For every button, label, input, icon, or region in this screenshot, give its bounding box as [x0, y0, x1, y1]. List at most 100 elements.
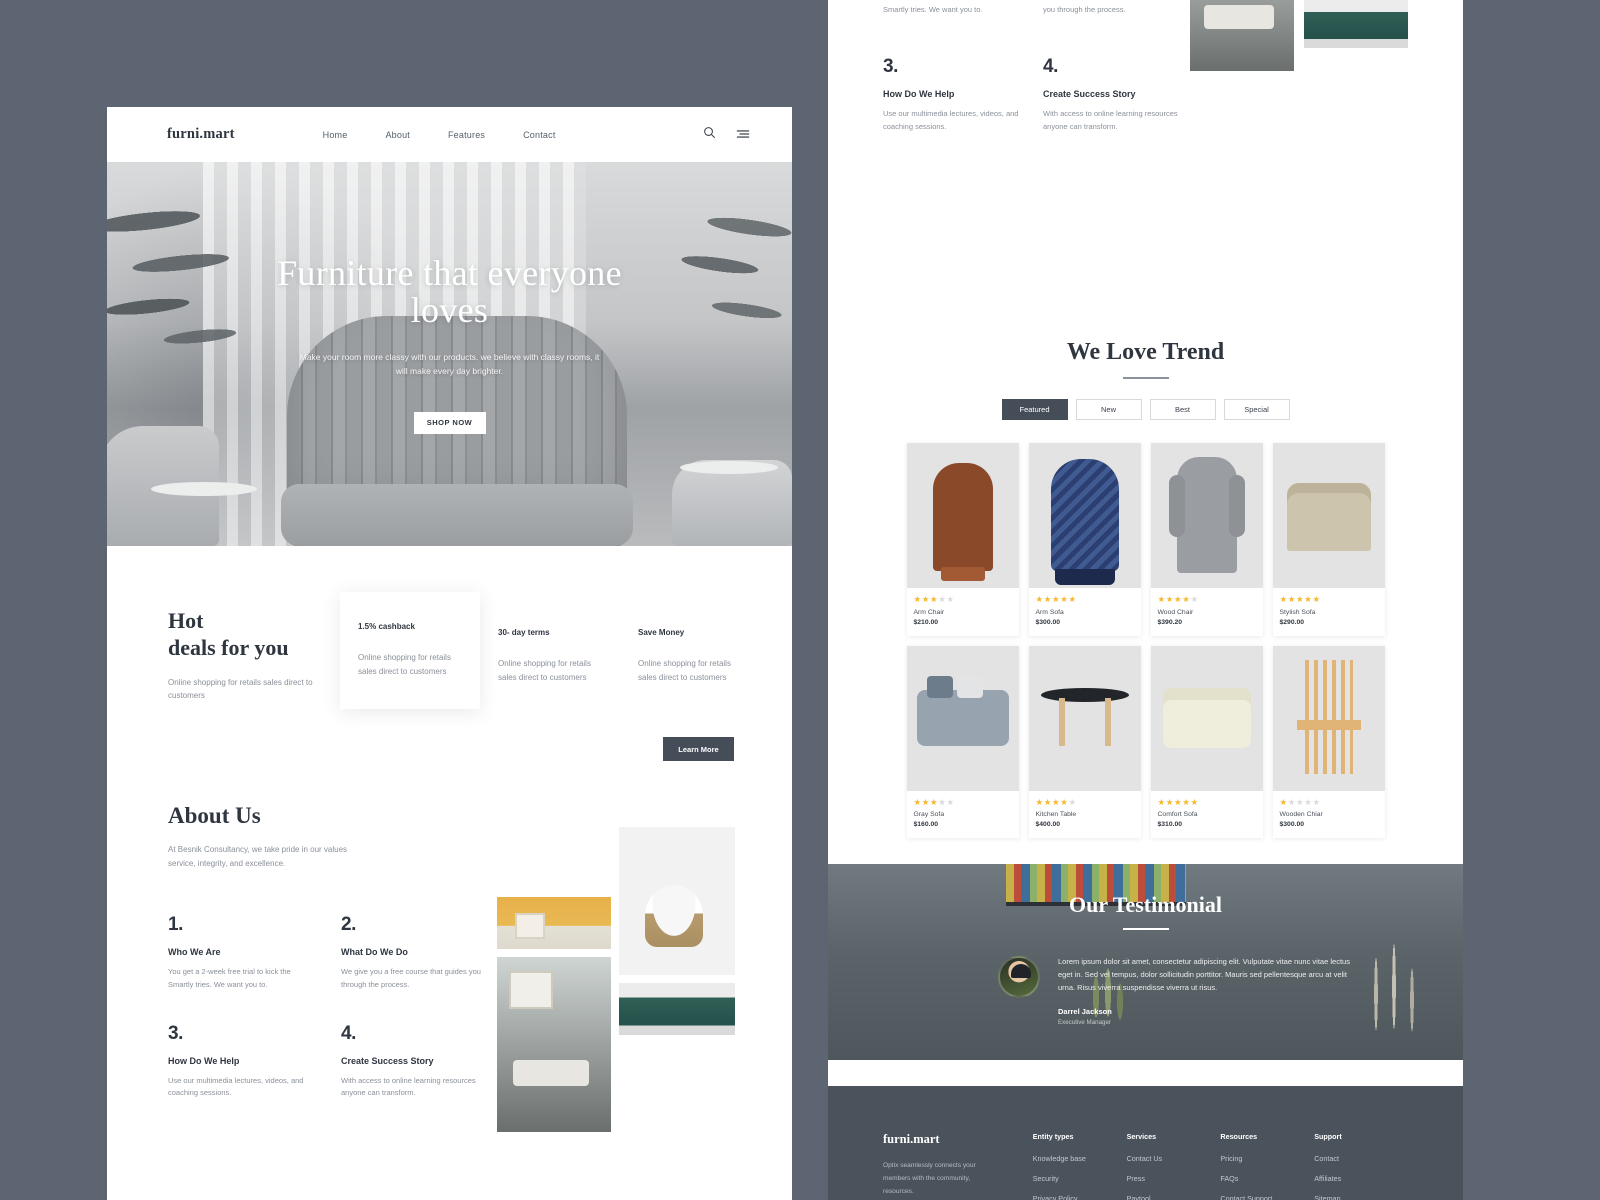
product-card[interactable]: ★★★★★ Stylish Sofa $290.00 [1272, 443, 1385, 636]
star-icon: ★ [1295, 796, 1305, 807]
product-name: Arm Chair [913, 608, 945, 616]
hot-deals-intro: Hot deals for you Online shopping for re… [168, 608, 336, 709]
testimonial-author-role: Executive Manager [1058, 1018, 1111, 1026]
product-rating: ★★★★★ [1280, 595, 1378, 604]
about-step-title: Who We Are [168, 947, 221, 958]
star-icon: ★ [913, 796, 922, 807]
hamburger-icon[interactable] [736, 126, 750, 144]
footer-link[interactable]: Contact Support [1220, 1194, 1314, 1200]
chair-wood-illustration [1296, 659, 1361, 774]
star-icon: ★ [1190, 796, 1199, 807]
about-image-collage [497, 826, 735, 1132]
star-icon: ★ [946, 594, 955, 605]
footer-link[interactable]: Security [1033, 1174, 1127, 1183]
footer-link[interactable]: Privacy Policy [1033, 1194, 1127, 1200]
footer-link[interactable]: Knowledge base [1033, 1154, 1127, 1163]
nav-link-about[interactable]: About [385, 130, 410, 140]
footer-link[interactable]: Press [1127, 1174, 1221, 1183]
hot-deals-heading-line2: deals for you [168, 634, 289, 660]
footer-column-links: ContactAffiliatesSitemapCancelation Poli… [1314, 1154, 1408, 1200]
footer: furni.mart Optix seamlessly connects you… [828, 1086, 1463, 1200]
shop-now-button[interactable]: SHOP NOW [413, 411, 486, 434]
product-name: Arm Sofa [1035, 608, 1064, 616]
testimonial-heading-rule [1122, 928, 1169, 931]
collage-photo-green-sofa [619, 982, 735, 1035]
trend-heading-rule [1122, 377, 1169, 380]
right-step-body: Use our multimedia lectures, videos, and… [883, 109, 1019, 131]
product-meta: ★★★★★ Arm Sofa $300.00 [1029, 588, 1141, 636]
hero-section: Furniture that everyone loves Make your … [107, 162, 792, 546]
brand-logo[interactable]: furni.mart [167, 126, 235, 143]
trend-tabs: Featured New Best Special [828, 399, 1463, 421]
product-name: Comfort Sofa [1157, 811, 1198, 819]
trend-heading: We Love Trend [1066, 339, 1225, 366]
tab-new[interactable]: New [1075, 399, 1142, 421]
right-about-continued: Smartly tries. We want you to. you throu… [828, 0, 1463, 133]
footer-link[interactable]: Sitemap [1314, 1194, 1408, 1200]
testimonial-body: Lorem ipsum dolor sit amet, consectetur … [828, 956, 1463, 1026]
footer-column-title: Resources [1220, 1132, 1258, 1142]
tab-featured[interactable]: Featured [1001, 399, 1068, 421]
star-icon: ★ [1190, 594, 1199, 605]
deal-card[interactable]: 30- day terms Online shopping for retail… [480, 608, 620, 709]
wingchair-gray-illustration [1168, 457, 1245, 574]
product-name: Wood Chair [1157, 608, 1194, 616]
deal-card-title: Save Money [638, 628, 685, 637]
search-icon[interactable] [703, 126, 716, 144]
footer-grid: furni.mart Optix seamlessly connects you… [883, 1132, 1408, 1200]
star-icon: ★ [1035, 594, 1044, 605]
tab-special[interactable]: Special [1223, 399, 1290, 421]
nav-icons [703, 126, 750, 144]
about-step: 2. What Do We Do We give you a free cour… [341, 914, 514, 991]
testimonial-author-name: Darrel Jackson [1058, 1006, 1112, 1016]
about-step: 3. How Do We Help Use our multimedia lec… [168, 1023, 341, 1100]
product-price: $390.20 [1157, 618, 1183, 626]
product-card[interactable]: ★★★★★ Gray Sofa $160.00 [906, 645, 1019, 839]
left-page-preview: furni.mart Home About Features Contact F… [107, 107, 792, 1200]
footer-logo[interactable]: furni.mart [883, 1132, 1033, 1147]
sofa-gray-illustration [916, 675, 1009, 746]
product-rating: ★★★★★ [914, 595, 1012, 604]
footer-link[interactable]: Affiliates [1314, 1174, 1408, 1183]
collage-photo-green-sofa [1304, 0, 1408, 48]
product-rating: ★★★★★ [913, 796, 1012, 807]
tab-best[interactable]: Best [1149, 399, 1216, 421]
footer-link[interactable]: Pricing [1220, 1154, 1314, 1163]
deal-card[interactable]: Save Money Online shopping for retails s… [620, 608, 760, 709]
right-step-title: Create Success Story [1043, 89, 1136, 100]
product-meta: ★★★★★ Wood Chair $390.20 [1151, 588, 1263, 636]
about-step-body: You get a 2-week free trial to kick the … [168, 967, 291, 989]
about-step-number: 4. [341, 1022, 356, 1044]
star-icon: ★ [1043, 594, 1052, 605]
product-card[interactable]: ★★★★★ Arm Chair $210.00 [906, 443, 1019, 636]
footer-link[interactable]: FAQs [1220, 1174, 1314, 1183]
product-card[interactable]: ★★★★★ Wood Chair $390.20 [1150, 443, 1263, 636]
product-card[interactable]: ★★★★★ Arm Sofa $300.00 [1028, 443, 1141, 636]
navbar: furni.mart Home About Features Contact [107, 107, 792, 162]
about-heading: About Us [168, 803, 261, 828]
about-step-body: With access to online learning resources… [341, 1075, 476, 1098]
about-body: At Besnik Consultancy, we take pride in … [168, 845, 348, 868]
star-icon: ★ [1157, 594, 1166, 605]
footer-link[interactable]: Contact [1314, 1154, 1408, 1163]
product-card[interactable]: ★★★★★ Kitchen Table $400.00 [1028, 645, 1141, 839]
product-card[interactable]: ★★★★★ Wooden Chiar $300.00 [1272, 645, 1385, 839]
deal-card[interactable]: 1.5% cashback Online shopping for retail… [340, 592, 480, 709]
footer-link[interactable]: Paytool [1127, 1194, 1221, 1200]
about-step: 1. Who We Are You get a 2-week free tria… [168, 914, 341, 991]
footer-column-links: Contact UsPressPaytoolLibraryBlogHelp Ce… [1127, 1154, 1221, 1200]
nav-link-features[interactable]: Features [448, 130, 485, 140]
hero-content: Furniture that everyone loves Make your … [107, 162, 792, 546]
deal-card-body: Online shopping for retails sales direct… [358, 653, 451, 676]
star-icon: ★ [1157, 796, 1166, 807]
right-step-body: With access to online learning resources… [1043, 109, 1178, 131]
learn-more-button[interactable]: Learn More [663, 737, 734, 761]
deal-cards: 1.5% cashback Online shopping for retail… [340, 592, 760, 709]
nav-link-home[interactable]: Home [323, 130, 348, 140]
right-page-preview: Smartly tries. We want you to. you throu… [828, 0, 1463, 1200]
product-card[interactable]: ★★★★★ Comfort Sofa $310.00 [1150, 645, 1263, 839]
nav-link-contact[interactable]: Contact [523, 130, 555, 140]
footer-link[interactable]: Contact Us [1127, 1154, 1221, 1163]
testimonial-section: Our Testimonial Lorem ipsum dolor sit am… [828, 864, 1463, 1061]
armchair-brown-illustration [932, 463, 993, 582]
